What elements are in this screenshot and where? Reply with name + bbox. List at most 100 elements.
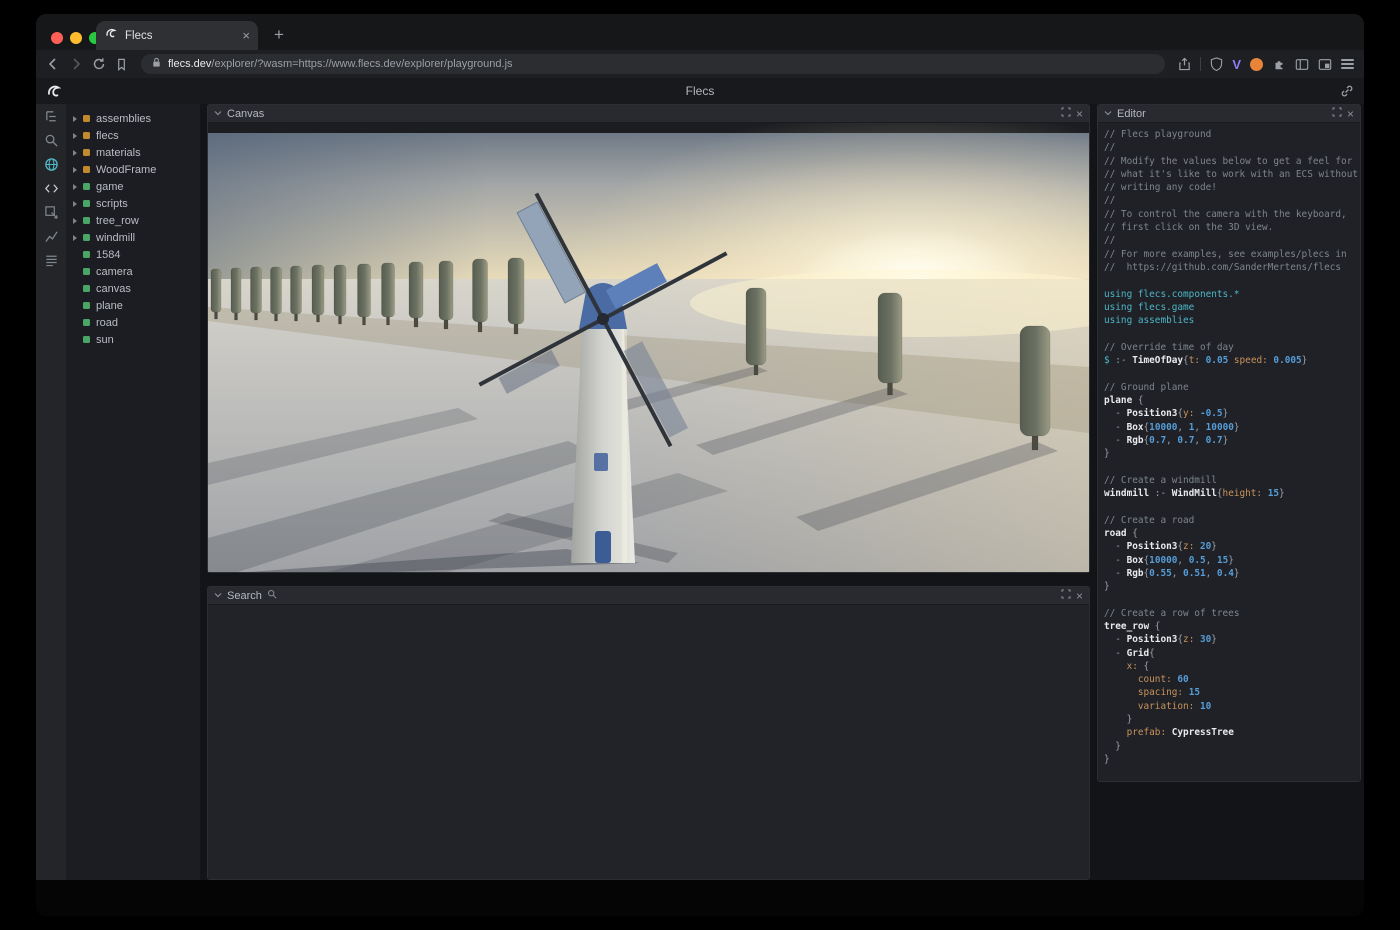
tree-item-label: assemblies — [96, 113, 151, 125]
search-icon[interactable] — [43, 132, 59, 148]
close-panel-icon[interactable]: × — [1076, 108, 1083, 120]
sidebar-icon[interactable] — [1295, 58, 1309, 71]
browser-window: Flecs × + flecs.dev/explore — [36, 14, 1364, 916]
entity-tree[interactable]: assemblies flecsmaterialsWoodFramegamescr… — [66, 104, 200, 880]
close-window-button[interactable] — [51, 32, 63, 44]
expand-arrow-icon[interactable] — [73, 150, 83, 156]
expand-arrow-icon[interactable] — [73, 235, 83, 241]
log-icon[interactable] — [43, 252, 59, 268]
entity-square-icon — [83, 285, 90, 292]
url-domain: flecs.dev — [168, 58, 211, 70]
close-panel-icon[interactable]: × — [1076, 590, 1083, 602]
tree-item-assemblies[interactable]: assemblies — [66, 110, 200, 127]
tree-item-1584[interactable]: 1584 — [66, 246, 200, 263]
url-path: /explorer/?wasm=https://www.flecs.dev/ex… — [211, 58, 512, 70]
share-link-icon[interactable] — [1340, 84, 1354, 103]
code-line: windmill :- WindMill{height: 15} — [1104, 487, 1360, 500]
code-line: // For more examples, see examples/plecs… — [1104, 248, 1360, 261]
hierarchy-icon[interactable] — [43, 108, 59, 124]
tree-item-label: plane — [96, 300, 123, 312]
entity-square-icon — [83, 183, 90, 190]
expand-arrow-icon — [73, 303, 83, 309]
v-extension-icon[interactable]: V — [1232, 57, 1241, 72]
fullscreen-icon[interactable] — [1061, 589, 1071, 602]
code-line: // Override time of day — [1104, 341, 1360, 354]
browser-tab[interactable]: Flecs × — [96, 21, 258, 50]
share-icon[interactable] — [1178, 57, 1191, 71]
tree-item-flecs[interactable]: flecs — [66, 127, 200, 144]
flecs-favicon-icon — [104, 26, 118, 45]
tab-title: Flecs — [125, 30, 235, 42]
inspector-icon[interactable] — [43, 204, 59, 220]
expand-arrow-icon[interactable] — [73, 184, 83, 190]
collapse-chevron-icon[interactable] — [1104, 108, 1112, 120]
expand-arrow-icon — [73, 286, 83, 292]
tree-item-canvas[interactable]: canvas — [66, 280, 200, 297]
editor-code[interactable]: // Flecs playground//// Modify the value… — [1098, 123, 1360, 781]
expand-arrow-icon[interactable] — [73, 116, 83, 122]
code-line: } — [1104, 740, 1360, 753]
tree-item-WoodFrame[interactable]: WoodFrame — [66, 161, 200, 178]
tree-item-label: road — [96, 317, 118, 329]
back-icon[interactable] — [46, 57, 60, 71]
code-line: // — [1104, 194, 1360, 207]
tree-item-game[interactable]: game — [66, 178, 200, 195]
tree-item-scripts[interactable]: scripts — [66, 195, 200, 212]
new-tab-button[interactable]: + — [268, 24, 290, 46]
entity-square-icon — [83, 251, 90, 258]
code-line: - Rgb{0.55, 0.51, 0.4} — [1104, 567, 1360, 580]
close-panel-icon[interactable]: × — [1347, 108, 1354, 120]
world-icon[interactable] — [43, 156, 59, 172]
tree-item-camera[interactable]: camera — [66, 263, 200, 280]
bookmark-icon[interactable] — [115, 58, 128, 71]
code-line: - Grid{ — [1104, 647, 1360, 660]
canvas-panel-header: Canvas × — [208, 105, 1089, 123]
lock-icon[interactable] — [151, 55, 162, 73]
tree-item-tree_row[interactable]: tree_row — [66, 212, 200, 229]
collapse-chevron-icon[interactable] — [214, 108, 222, 120]
windows-icon[interactable] — [1318, 58, 1332, 71]
expand-arrow-icon[interactable] — [73, 201, 83, 207]
collapse-chevron-icon[interactable] — [214, 590, 222, 602]
orange-extension-icon[interactable] — [1250, 58, 1263, 71]
expand-arrow-icon[interactable] — [73, 133, 83, 139]
code-line: using flecs.components.* — [1104, 288, 1360, 301]
tree-item-sun[interactable]: sun — [66, 331, 200, 348]
tree-item-materials[interactable]: materials — [66, 144, 200, 161]
canvas-3d-view[interactable] — [208, 123, 1089, 572]
code-line: // what it's like to work with an ECS wi… — [1104, 168, 1360, 181]
tree-item-plane[interactable]: plane — [66, 297, 200, 314]
code-line: using assemblies — [1104, 314, 1360, 327]
code-line: // Flecs playground — [1104, 128, 1360, 141]
entity-square-icon — [83, 336, 90, 343]
tab-close-icon[interactable]: × — [242, 29, 250, 42]
code-icon[interactable] — [43, 180, 59, 196]
forward-icon[interactable] — [69, 57, 83, 71]
code-line: // writing any code! — [1104, 181, 1360, 194]
tree-item-road[interactable]: road — [66, 314, 200, 331]
fullscreen-icon[interactable] — [1061, 107, 1071, 120]
code-line: // Create a row of trees — [1104, 607, 1360, 620]
menu-icon[interactable] — [1341, 59, 1354, 69]
fullscreen-icon[interactable] — [1332, 107, 1342, 120]
expand-arrow-icon — [73, 337, 83, 343]
code-line — [1104, 274, 1360, 287]
page-header: Flecs — [36, 78, 1364, 104]
code-line: // To control the camera with the keyboa… — [1104, 208, 1360, 221]
tree-item-windmill[interactable]: windmill — [66, 229, 200, 246]
code-line: // — [1104, 234, 1360, 247]
canvas-panel-title: Canvas — [227, 108, 264, 120]
expand-arrow-icon — [73, 320, 83, 326]
code-line: } — [1104, 580, 1360, 593]
extensions-puzzle-icon[interactable] — [1272, 57, 1286, 71]
stats-icon[interactable] — [43, 228, 59, 244]
search-results-area[interactable] — [208, 605, 1089, 879]
flecs-logo-icon[interactable] — [45, 82, 63, 105]
brave-shield-icon[interactable] — [1210, 57, 1223, 71]
expand-arrow-icon[interactable] — [73, 167, 83, 173]
url-bar[interactable]: flecs.dev/explorer/?wasm=https://www.fle… — [141, 54, 1165, 74]
code-line: - Position3{z: 30} — [1104, 633, 1360, 646]
reload-icon[interactable] — [92, 57, 106, 71]
expand-arrow-icon[interactable] — [73, 218, 83, 224]
minimize-window-button[interactable] — [70, 32, 82, 44]
